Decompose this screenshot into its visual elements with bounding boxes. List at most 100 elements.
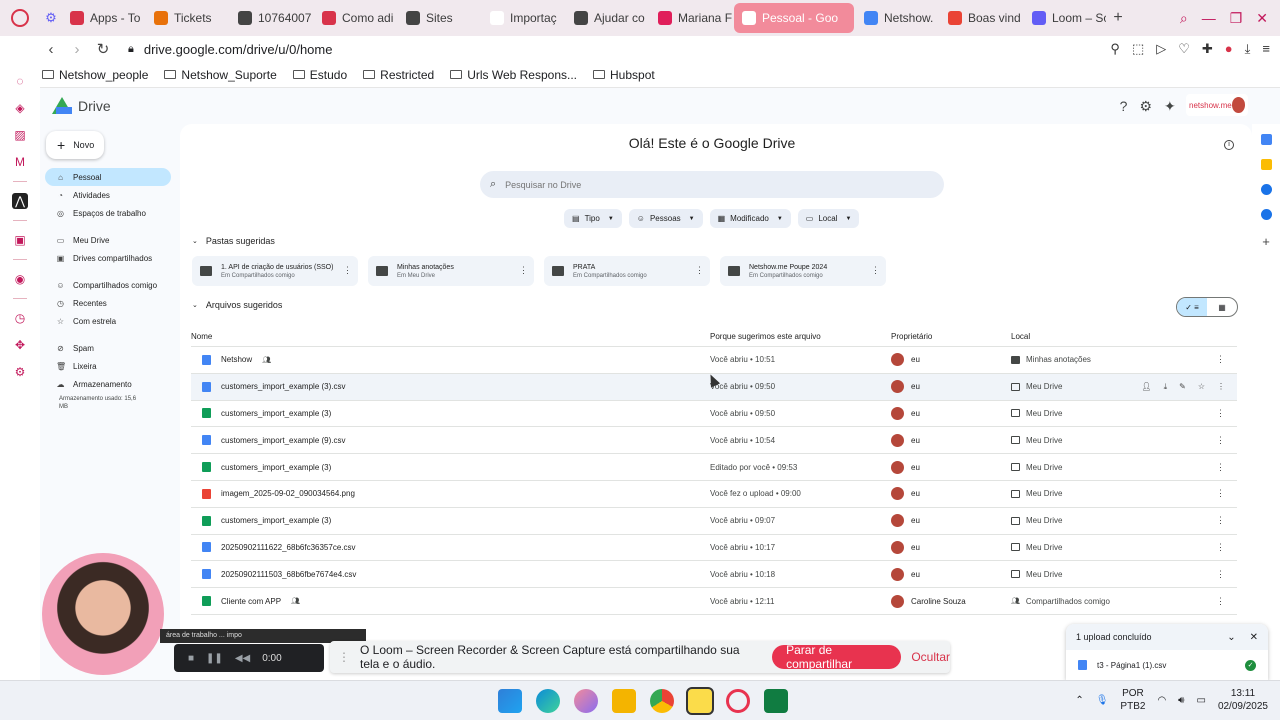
search-bar[interactable]: ⌕ — [480, 171, 944, 198]
filter-chip[interactable]: ▭ Local ▼ — [797, 209, 860, 228]
hide-button[interactable]: Ocultar — [911, 650, 950, 664]
calendar-icon[interactable] — [1260, 134, 1272, 145]
file-explorer-icon[interactable] — [612, 689, 636, 713]
new-button[interactable]: + Novo — [46, 131, 104, 159]
drag-handle-icon[interactable]: ⋮ — [338, 650, 350, 664]
search-tabs-icon[interactable]: ⌕ — [1180, 10, 1188, 27]
browser-tab[interactable]: Pessoal - Goo — [734, 3, 854, 33]
bookmark-item[interactable]: Urls Web Respons... — [450, 68, 577, 82]
battery-icon[interactable]: ▭ — [1196, 695, 1205, 706]
close-icon[interactable]: ✕ — [1256, 10, 1268, 27]
copilot-icon[interactable] — [574, 689, 598, 713]
sidebar-item-spam[interactable]: ⊘ Spam — [45, 339, 171, 357]
more-options-icon[interactable]: ⋮ — [343, 265, 352, 276]
app-icon[interactable]: ⋀ — [12, 193, 28, 209]
table-row[interactable]: 20250902111503_68b6fbe7674e4.csv Você abr… — [191, 561, 1237, 589]
language-indicator[interactable]: POR PTB2 — [1120, 687, 1145, 713]
pin-icon[interactable]: ⚲ — [1110, 41, 1120, 57]
more-options-icon[interactable]: ⋮ — [695, 265, 704, 276]
forward-icon[interactable]: › — [66, 38, 88, 60]
browser-tab[interactable]: Ajudar co — [566, 3, 648, 33]
extensions-icon[interactable]: ✚ — [1202, 41, 1213, 57]
more-options-icon[interactable]: ⋮ — [1216, 408, 1225, 419]
sidebar-item-bell[interactable]: ◔ Atividades — [45, 186, 171, 204]
filter-chip[interactable]: ▦ Modificado ▼ — [709, 209, 791, 228]
browser-tab[interactable]: Sites — [398, 3, 480, 33]
table-row[interactable]: 20250902111622_68b6fc36357ce.csv Você abr… — [191, 535, 1237, 562]
keep-icon[interactable] — [1260, 159, 1272, 170]
browser-tab[interactable]: Boas vind — [940, 3, 1022, 33]
workspace-icon[interactable]: ⚙ — [40, 7, 62, 29]
sidebar-item-drive[interactable]: ▭ Meu Drive — [45, 231, 171, 249]
rewind-icon[interactable]: ◀◀ — [235, 653, 250, 664]
browser-tab[interactable]: Loom – Sc — [1024, 3, 1106, 33]
suggested-folders-header[interactable]: ⌄ Pastas sugeridas — [192, 236, 275, 246]
table-row[interactable]: Netshow 👥︎ Você abriu • 10:51 eu Minhas anot… — [191, 347, 1237, 374]
browser-tab[interactable]: Netshow. — [856, 3, 938, 33]
opera-logo-icon[interactable] — [0, 0, 40, 36]
grid-view-button[interactable]: ▦ — [1207, 298, 1237, 316]
folder-card[interactable]: 1. API de criação de usuários (SSO) Em Co… — [192, 256, 358, 286]
edge-icon[interactable] — [536, 689, 560, 713]
drive-logo[interactable]: Drive — [52, 97, 111, 115]
browser-tab[interactable]: Como adi — [314, 3, 396, 33]
folder-card[interactable]: PRATA Em Compartilhados comigo ⋮ — [544, 256, 710, 286]
opera-icon[interactable] — [726, 689, 750, 713]
stop-sharing-button[interactable]: Parar de compartilhar — [772, 643, 902, 671]
list-view-button[interactable]: ✓ ≡ — [1177, 298, 1207, 316]
chrome-icon[interactable] — [650, 689, 674, 713]
history-icon[interactable]: ◷ — [12, 310, 28, 326]
url-field[interactable]: 🔒︎ drive.google.com/drive/u/0/home — [128, 42, 332, 57]
table-row[interactable]: Cliente com APP 👥︎ Você abriu • 12:11 Carol… — [191, 588, 1237, 615]
more-options-icon[interactable]: ⋮ — [1216, 488, 1225, 499]
more-options-icon[interactable]: ⋮ — [1216, 435, 1225, 446]
sidebar-item-workspace[interactable]: ◎ Espaços de trabalho — [45, 204, 171, 222]
more-options-icon[interactable]: ⋮ — [1216, 569, 1225, 580]
heart-icon[interactable]: ♡ — [1178, 41, 1190, 57]
account-brand[interactable]: netshow.me — [1186, 94, 1248, 116]
browser-tab[interactable]: 10764007 — [230, 3, 312, 33]
twitch-icon[interactable]: ▣ — [12, 232, 28, 248]
folder-card[interactable]: Minhas anotações Em Meu Drive ⋮ — [368, 256, 534, 286]
sidebar-item-star[interactable]: ☆ Com estrela — [45, 312, 171, 330]
help-icon[interactable]: ? — [1120, 98, 1128, 115]
gmail-icon[interactable]: M — [12, 154, 28, 170]
info-icon[interactable]: i — [1224, 140, 1234, 150]
sidebar-item-people[interactable]: ☺ Compartilhados comigo — [45, 276, 171, 294]
more-options-icon[interactable]: ⋮ — [1216, 596, 1225, 607]
sticky-notes-icon[interactable] — [686, 687, 714, 715]
bookmark-item[interactable]: Restricted — [363, 68, 434, 82]
download-icon[interactable]: ⤓ — [1164, 382, 1168, 392]
crypto-wallet-icon[interactable]: ◈ — [12, 100, 28, 116]
rename-icon[interactable]: ✎ — [1179, 382, 1186, 392]
more-options-icon[interactable]: ⋮ — [1216, 462, 1225, 473]
close-icon[interactable]: ✕ — [1250, 632, 1258, 643]
settings-icon[interactable]: ⚙ — [1139, 98, 1152, 115]
snapshot-icon[interactable]: ⬚ — [1132, 41, 1144, 57]
settings-icon[interactable]: ⚙ — [12, 364, 28, 380]
sidebar-item-cloud[interactable]: ☁ Armazenamento — [45, 375, 171, 393]
back-icon[interactable]: ‹ — [40, 38, 62, 60]
table-row[interactable]: imagem_2025-09-02_090034564.png Você fez … — [191, 481, 1237, 508]
browser-tab[interactable]: Apps - To — [62, 3, 144, 33]
pause-icon[interactable]: ❚❚ — [206, 653, 223, 664]
collapse-icon[interactable]: ⌄ — [1227, 632, 1235, 643]
aria-icon[interactable]: ◌ — [12, 73, 28, 89]
contacts-icon[interactable] — [1260, 209, 1272, 220]
chevron-up-icon[interactable]: ⌃ — [1075, 695, 1083, 706]
microphone-icon[interactable]: 🎙︎ — [1096, 695, 1109, 706]
slashed-icon[interactable]: ▨ — [12, 127, 28, 143]
filter-chip[interactable]: ☺ Pessoas ▼ — [628, 209, 703, 228]
menu-icon[interactable]: ≡ — [1262, 41, 1270, 57]
maximize-icon[interactable]: ❐ — [1230, 10, 1243, 27]
bookmark-item[interactable]: Netshow_Suporte — [164, 68, 277, 82]
more-options-icon[interactable]: ⋮ — [871, 265, 880, 276]
player-icon[interactable]: ◉ — [12, 271, 28, 287]
bookmark-item[interactable]: Netshow_people — [42, 68, 148, 82]
table-row[interactable]: customers_import_example (9).csv Você abr… — [191, 427, 1237, 455]
start-icon[interactable] — [498, 689, 522, 713]
browser-tab[interactable]: Tickets — [146, 3, 228, 33]
star-icon[interactable]: ☆ — [1198, 382, 1205, 392]
wifi-icon[interactable]: ◠ — [1157, 695, 1166, 706]
player-icon[interactable]: ▷ — [1156, 41, 1166, 57]
